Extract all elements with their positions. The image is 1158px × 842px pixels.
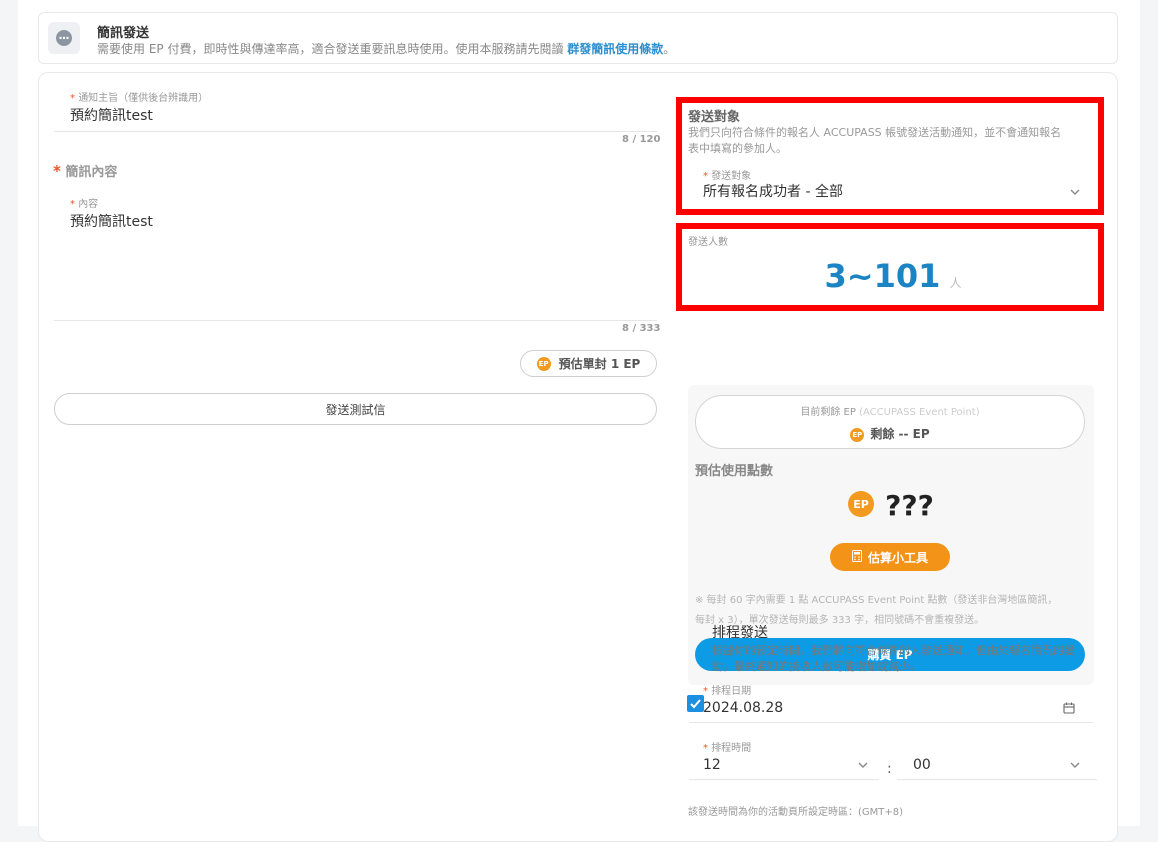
estimate-per-sms-button[interactable]: EP 預估單封 1 EP [520,350,657,377]
ep-note-line1: ※ 每封 60 字內需要 1 點 ACCUPASS Event Point 點數… [695,595,1058,606]
banner-description-text: 需要使用 EP 付費，即時性與傳達率高，適合發送重要訊息時使用。使用本服務請先閱… [97,42,564,56]
recipient-count: 3~101 人 [688,257,1098,295]
required-mark: * [70,93,75,104]
estimate-points-title: 預估使用點數 [695,464,774,479]
target-description-line2: 表中填寫的參加人。 [688,142,787,155]
schedule-time-label-text: 排程時間 [711,743,752,754]
schedule-minute-value: 00 [913,757,931,773]
remaining-ep-value-row: EP 剩餘 -- EP [696,425,1084,442]
banner-description: 需要使用 EP 付費，即時性與傳達率高，適合發送重要訊息時使用。使用本服務請先閱… [97,40,675,57]
content-section-title: * 簡訊內容 [53,161,117,180]
recipient-count-unit: 人 [949,276,962,290]
timezone-note: 該發送時間為你的活動頁所設定時區：(GMT+8) [688,807,904,818]
schedule-date-underline [689,722,1093,723]
ep-icon: EP [850,427,865,442]
ep-icon: EP [536,356,551,371]
calculator-tool-button[interactable]: 估算小工具 [830,543,950,571]
remaining-ep-label-text: 目前剩餘 EP [800,407,856,418]
required-mark: * [703,686,708,697]
chat-bubble-icon [48,22,80,54]
required-mark: * [703,743,708,754]
subject-counter: 8 / 120 [622,134,661,145]
time-separator: : [887,761,892,777]
required-mark: * [53,162,61,180]
target-description-line1: 我們只向符合條件的報名人 ACCUPASS 帳號發送活動通知，並不會通知報名 [688,126,1062,139]
content-label: * 內容 [70,195,98,210]
subject-label-text: 通知主旨（僅供後台辨識用） [78,93,209,104]
calculator-tool-label: 估算小工具 [867,550,928,565]
schedule-checkbox[interactable] [687,695,704,712]
schedule-minute-underline [897,779,1097,780]
send-test-button[interactable]: 發送測試信 [54,393,657,425]
count-label: 發送人數 [688,237,728,248]
chevron-down-icon [857,756,869,775]
chevron-down-icon [1069,183,1081,202]
schedule-date-input[interactable]: 2024.08.28 [703,697,1079,719]
remaining-ep-value: 剩餘 -- EP [870,427,930,441]
page: 簡訊發送 需要使用 EP 付費，即時性與傳達率高，適合發送重要訊息時使用。使用本… [18,0,1140,842]
schedule-description-line2: 動，最終通知的接收人數可能增加或減少。 [712,660,921,673]
schedule-hour-value: 12 [703,757,721,773]
remaining-ep-box: 目前剩餘 EP (ACCUPASS Event Point) EP 剩餘 -- E… [695,395,1085,449]
target-description: 我們只向符合條件的報名人 ACCUPASS 帳號發送活動通知，並不會通知報名 表… [688,125,1098,157]
schedule-description: 根據你的預定時間，我們將向符合條件的人發送通知，但由於報名情況的變 動，最終通知… [712,643,1112,675]
content-textarea[interactable]: 預約簡訊test [70,211,650,316]
content-section-title-text: 簡訊內容 [65,165,118,180]
send-test-label: 發送測試信 [325,402,386,417]
schedule-hour-underline [689,779,879,780]
schedule-date-label-text: 排程日期 [711,686,752,697]
schedule-minute-select[interactable]: 00 [913,754,1083,776]
schedule-hour-select[interactable]: 12 [703,754,871,776]
calculator-icon [851,549,862,565]
schedule-date-label: * 排程日期 [703,682,751,697]
content-underline [54,320,657,321]
content-label-text: 內容 [78,199,99,210]
checkmark-icon [690,699,701,709]
calendar-icon[interactable] [1063,699,1075,718]
target-select[interactable]: 所有報名成功者 - 全部 [703,181,1083,203]
sms-info-banner: 簡訊發送 需要使用 EP 付費，即時性與傳達率高，適合發送重要訊息時使用。使用本… [38,12,1118,64]
remaining-ep-label-sub: (ACCUPASS Event Point) [859,407,980,418]
schedule-description-line1: 根據你的預定時間，我們將向符合條件的人發送通知，但由於報名情況的變 [712,644,1075,657]
remaining-ep-label: 目前剩餘 EP (ACCUPASS Event Point) [696,403,1084,418]
estimate-per-sms-label: 預估單封 1 EP [558,357,641,371]
target-select-label: * 發送對象 [703,167,751,182]
required-mark: * [70,199,75,210]
recipient-count-value: 3~101 [824,257,941,295]
estimate-points-value: ??? [885,489,934,522]
banner-title: 簡訊發送 [97,26,150,41]
subject-underline [54,131,657,132]
sms-terms-link[interactable]: 群發簡訊使用條款 [567,42,663,56]
chevron-down-icon [1069,756,1081,775]
subject-input[interactable]: 預約簡訊test [70,105,153,125]
banner-description-suffix: 。 [663,42,676,56]
target-select-value: 所有報名成功者 - 全部 [703,184,843,200]
subject-label: * 通知主旨（僅供後台辨識用） [70,89,208,104]
schedule-title: 排程發送 [712,625,768,641]
ep-icon: EP [848,491,875,517]
schedule-time-label: * 排程時間 [703,739,751,754]
target-title: 發送對象 [688,110,741,125]
sms-form-card: * 通知主旨（僅供後台辨識用） 預約簡訊test 8 / 120 * 簡訊內容 … [38,72,1118,842]
estimate-points-value-row: EP ??? [688,489,1094,522]
content-counter: 8 / 333 [622,323,661,334]
schedule-date-value: 2024.08.28 [703,700,784,716]
